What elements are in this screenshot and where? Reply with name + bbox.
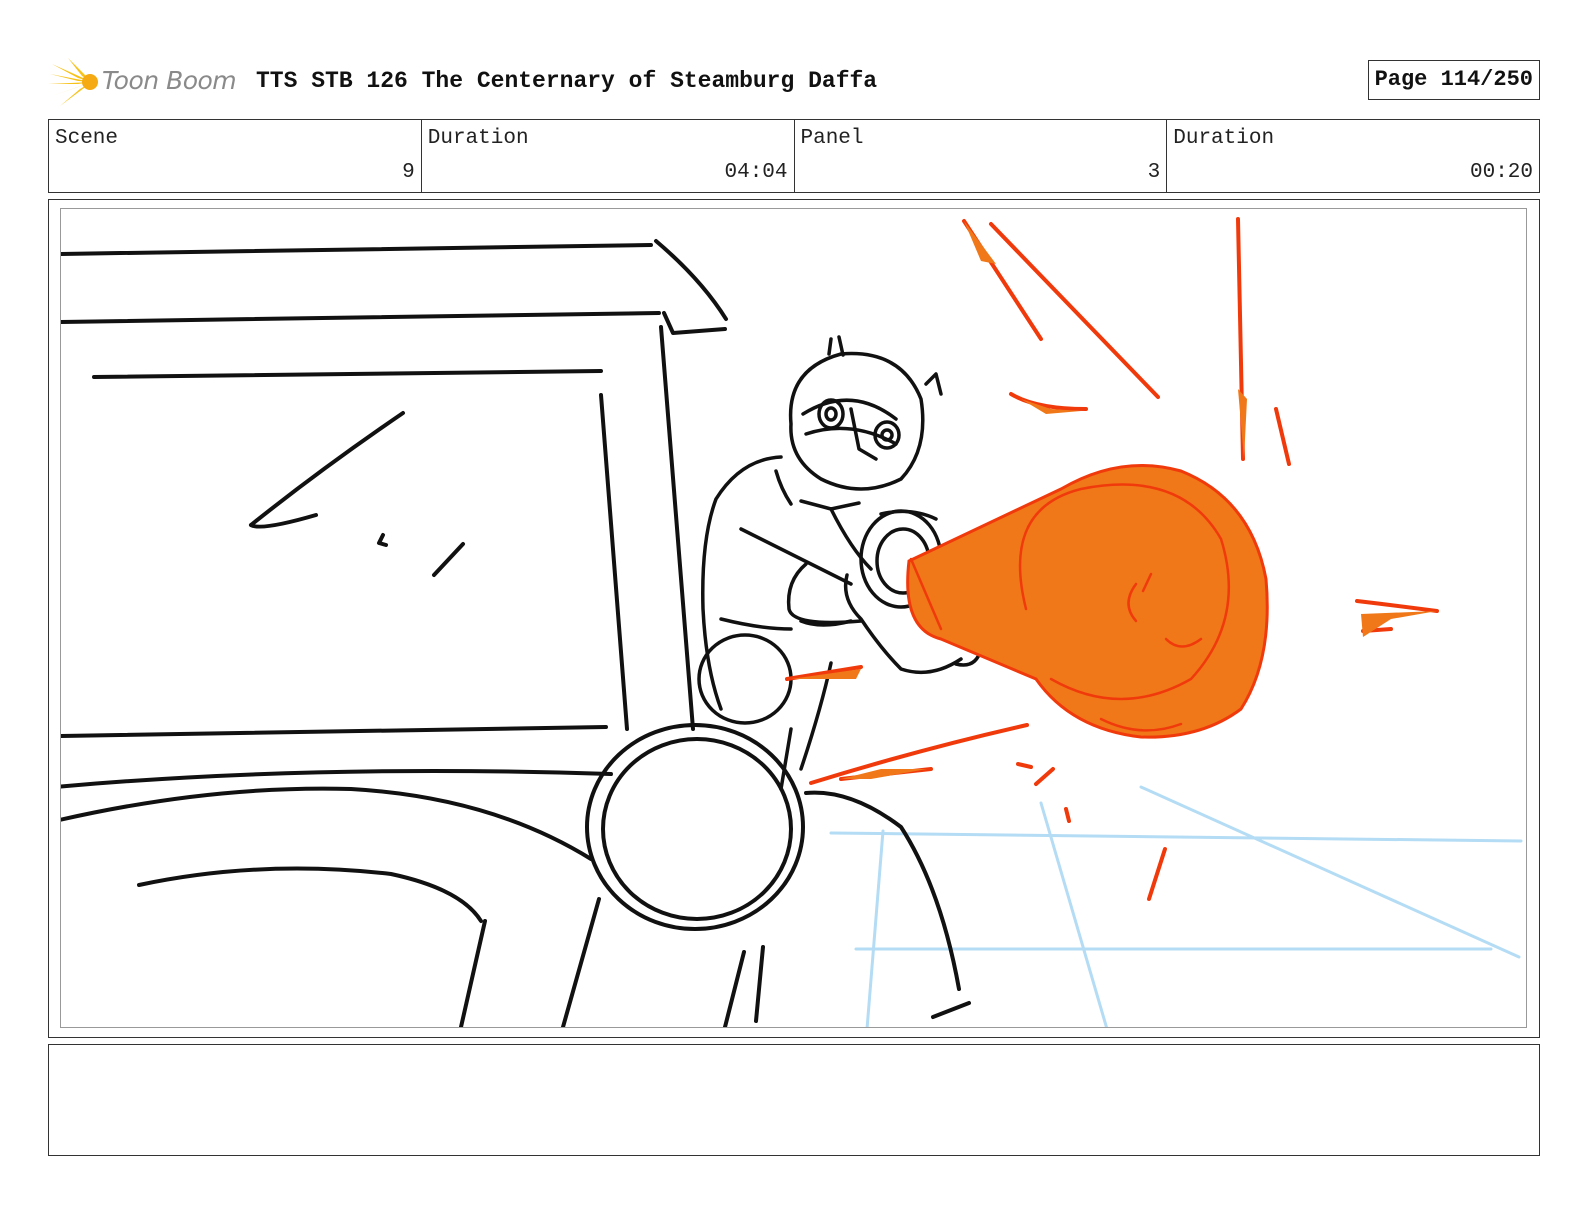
- panel-duration-label: Duration: [1173, 127, 1275, 150]
- scene-info-table: Scene 9 Duration 04:04 Panel 3 Duration …: [48, 119, 1540, 193]
- panel-cell: Panel 3: [795, 120, 1168, 192]
- panel-drawing-area: [60, 208, 1527, 1028]
- page-number: Page 114/250: [1367, 60, 1540, 100]
- page-header: Toon Boom TTS STB 126 The Centernary of …: [48, 54, 1540, 110]
- storyboard-sketch: [61, 217, 1523, 1027]
- panel-notes-box: [48, 1044, 1540, 1156]
- building-sketch: [61, 239, 971, 1027]
- scene-label: Scene: [55, 127, 119, 150]
- panel-value: 3: [1147, 161, 1161, 184]
- wheel-sketch: [585, 723, 805, 931]
- scene-duration-cell: Duration 04:04: [422, 120, 795, 192]
- perspective-guides: [829, 785, 1523, 1027]
- scene-value: 9: [402, 161, 415, 184]
- panel-duration-value: 00:20: [1469, 161, 1533, 184]
- scene-cell: Scene 9: [49, 120, 422, 192]
- scene-duration-label: Duration: [427, 127, 529, 150]
- document-title: TTS STB 126 The Centernary of Steamburg …: [256, 68, 878, 94]
- starburst-logo-icon: [48, 58, 98, 106]
- blast-effect: [906, 463, 1269, 739]
- logo-text: Toon Boom: [102, 66, 237, 95]
- storyboard-panel: [48, 199, 1540, 1038]
- panel-duration-cell: Duration 00:20: [1167, 120, 1539, 192]
- toon-boom-logo: Toon Boom: [48, 56, 238, 108]
- panel-label: Panel: [800, 127, 864, 150]
- scene-duration-value: 04:04: [724, 161, 788, 184]
